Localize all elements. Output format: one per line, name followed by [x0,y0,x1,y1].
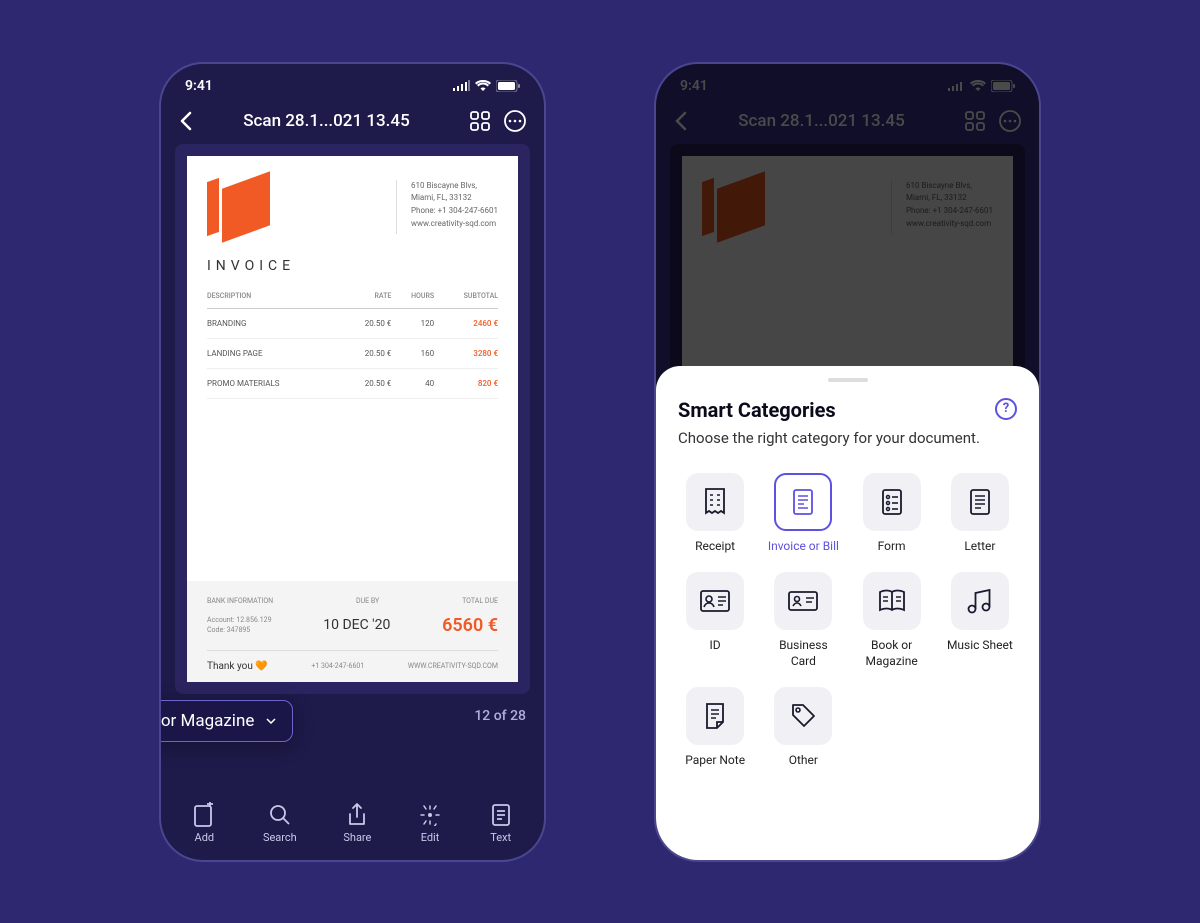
bottom-toolbar: Add Search Share Edit Text [161,797,544,860]
category-form[interactable]: Form [855,473,929,555]
category-music[interactable]: Music Sheet [943,572,1017,669]
letter-icon [968,488,992,516]
business-card-icon [787,590,819,612]
scanned-invoice: 610 Biscayne Blvs, Miami, FL, 33132 Phon… [187,156,518,682]
category-paper-note[interactable]: Paper Note [678,687,752,769]
status-icons [453,80,520,92]
book-icon [876,588,908,614]
edit-icon [419,804,441,826]
search-button[interactable]: Search [263,803,297,844]
category-id[interactable]: ID [678,572,752,669]
search-icon [269,804,291,826]
category-receipt[interactable]: Receipt [678,473,752,555]
cellular-icon [453,80,470,91]
add-button[interactable]: Add [192,803,216,844]
text-button[interactable]: Text [489,803,513,844]
invoice-icon [791,488,815,516]
smart-categories-sheet: Smart Categories ? Choose the right cate… [656,366,1039,860]
invoice-table: DESCRIPTION RATE HOURS SUBTOTAL BRANDING… [187,284,518,399]
category-grid: Receipt Invoice or Bill Form Letter ID B… [678,473,1017,769]
category-letter[interactable]: Letter [943,473,1017,555]
phone-right: 9:41 Scan 28.1...021 13.45 610 Biscayne … [654,62,1041,862]
question-icon: ? [1003,401,1009,416]
drag-handle[interactable] [828,378,868,382]
document-viewport[interactable]: 610 Biscayne Blvs, Miami, FL, 33132 Phon… [175,144,530,694]
grid-button[interactable] [470,111,490,131]
wifi-icon [475,80,491,91]
form-icon [880,488,904,516]
page-counter: 12 of 28 [474,708,526,724]
invoice-footer: BANK INFORMATION DUE BY TOTAL DUE Accoun… [187,581,518,682]
tag-icon [789,702,817,730]
sheet-subtitle: Choose the right category for your docum… [678,428,1017,449]
share-button[interactable]: Share [343,803,371,844]
table-row: LANDING PAGE20.50 €1603280 € [207,338,498,368]
category-business-card[interactable]: Business Card [766,572,840,669]
table-row: BRANDING20.50 €1202460 € [207,308,498,338]
chevron-down-icon [266,718,276,724]
id-icon [699,589,731,613]
category-invoice[interactable]: Invoice or Bill [766,473,840,555]
phone-left: 9:41 Scan 28.1...021 13.45 [159,62,546,862]
battery-icon [496,80,520,92]
receipt-icon [702,487,728,517]
text-icon [491,803,511,827]
edit-button[interactable]: Edit [418,803,442,844]
category-book[interactable]: Book or Magazine [855,572,929,669]
category-label: Book or Magazine [159,711,254,731]
nav-title: Scan 28.1...021 13.45 [183,111,470,131]
company-logo [207,180,270,234]
status-bar: 9:41 [161,64,544,102]
more-icon [504,110,526,132]
music-icon [965,587,995,615]
category-dropdown[interactable]: Book or Magazine [159,700,293,742]
nav-bar: Scan 28.1...021 13.45 [161,102,544,144]
invoice-title: INVOICE [187,254,518,284]
add-icon [193,802,215,828]
category-other[interactable]: Other [766,687,840,769]
more-button[interactable] [504,110,526,132]
status-time: 9:41 [185,78,213,94]
table-row: PROMO MATERIALS20.50 €40820 € [207,368,498,398]
share-icon [347,803,367,827]
sheet-title: Smart Categories [678,398,836,422]
company-info: 610 Biscayne Blvs, Miami, FL, 33132 Phon… [396,180,498,234]
help-button[interactable]: ? [995,398,1017,420]
paper-note-icon [703,702,727,730]
grid-icon [470,111,490,131]
